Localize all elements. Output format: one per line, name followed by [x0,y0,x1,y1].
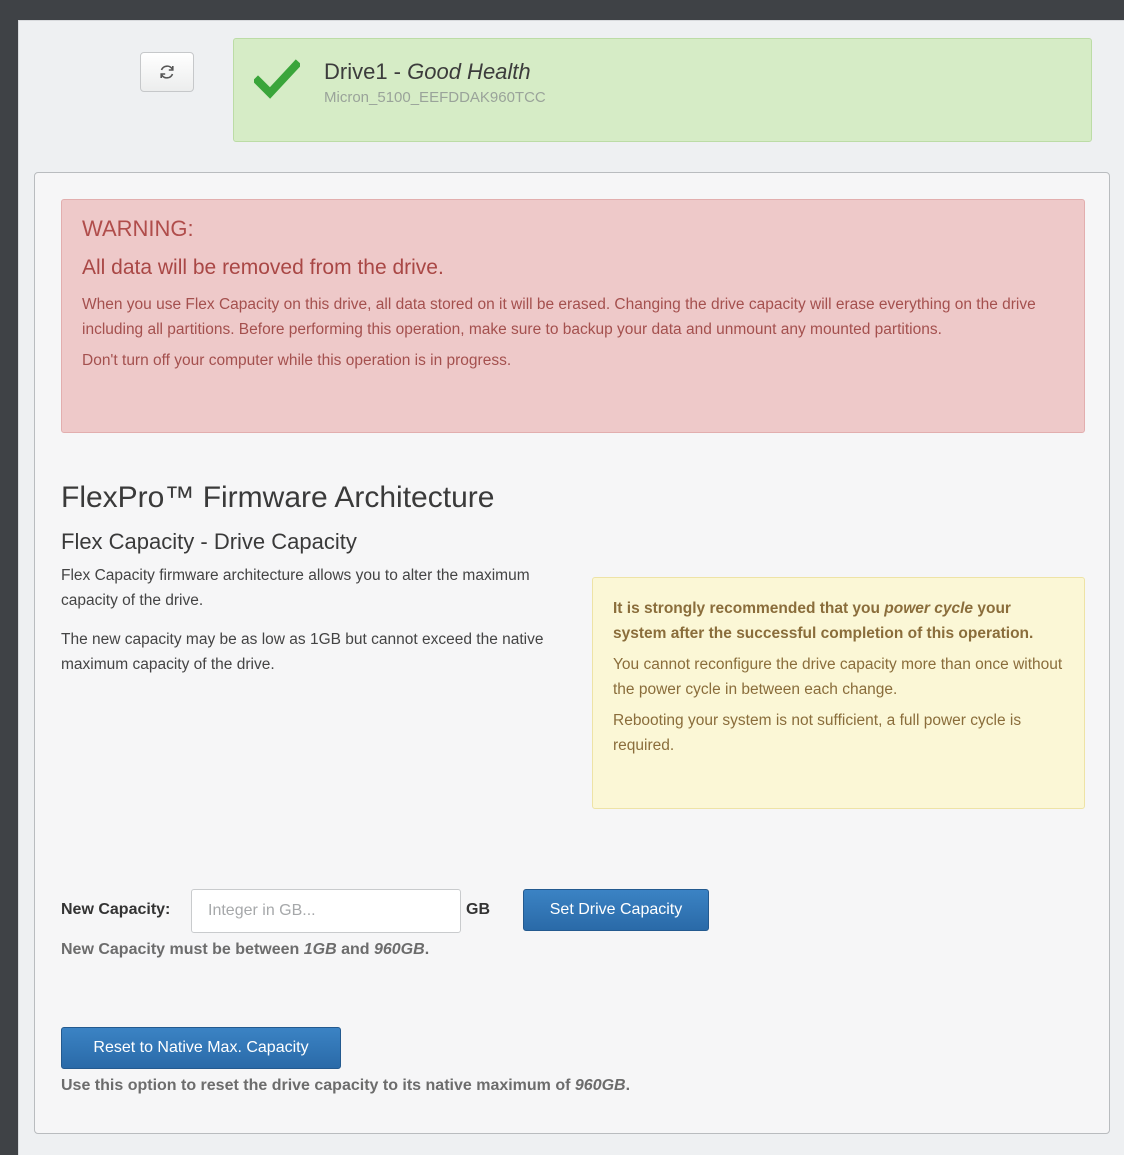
note-text: It is strongly recommended that you [613,600,885,617]
warning-subtitle: All data will be removed from the drive. [82,256,444,279]
capacity-hint: New Capacity must be between 1GB and 960… [61,941,429,959]
capacity-input[interactable] [191,889,461,933]
hint-max: 960GB [373,941,425,958]
drive-health-status: Good Health [407,59,531,84]
section-subtitle: Flex Capacity - Drive Capacity [61,529,357,554]
description-paragraph: Flex Capacity firmware architecture allo… [61,567,530,609]
warning-title: WARNING: [82,216,194,241]
capacity-form: New Capacity: GB Set Drive Capacity [61,889,761,933]
warning-alert: WARNING: All data will be removed from t… [61,199,1085,433]
drive-model: Micron_5100_EEFDDAK960TCC [324,89,546,106]
reset-hint: Use this option to reset the drive capac… [61,1077,630,1095]
note-recommendation: It is strongly recommended that you powe… [613,596,1064,646]
hint-text: New Capacity must be between [61,941,304,958]
hint-text: and [336,941,374,958]
set-drive-capacity-button[interactable]: Set Drive Capacity [523,889,709,931]
hint-text: . [625,1077,631,1094]
description-paragraph: The new capacity may be as low as 1GB bu… [61,631,544,673]
flex-capacity-panel: WARNING: All data will be removed from t… [34,172,1110,1134]
warning-text: When you use Flex Capacity on this drive… [82,296,1036,338]
app-frame: Drive1 - Good Health Micron_5100_EEFDDAK… [18,20,1124,1155]
note-line: You cannot reconfigure the drive capacit… [613,656,1063,698]
section-description: Flex Capacity firmware architecture allo… [61,563,561,691]
refresh-icon [160,65,174,79]
section-title: FlexPro™ Firmware Architecture [61,481,495,514]
drive-title: Drive1 - Good Health [324,59,531,85]
hint-text: . [424,941,430,958]
hint-min: 1GB [303,941,337,958]
drive-name: Drive1 - [324,59,408,84]
note-emphasis: power cycle [884,600,974,617]
note-line: Rebooting your system is not sufficient,… [613,712,1022,754]
hint-value: 960GB [574,1077,626,1094]
refresh-button[interactable] [140,52,194,92]
drive-health-panel: Drive1 - Good Health Micron_5100_EEFDDAK… [233,38,1092,142]
checkmark-icon [254,59,300,99]
reset-capacity-button[interactable]: Reset to Native Max. Capacity [61,1027,341,1069]
hint-text: Use this option to reset the drive capac… [61,1077,575,1094]
warning-text-power: Don't turn off your computer while this … [82,352,512,369]
capacity-unit: GB [466,901,490,918]
power-cycle-note: It is strongly recommended that you powe… [592,577,1085,809]
capacity-label: New Capacity: [61,901,171,918]
